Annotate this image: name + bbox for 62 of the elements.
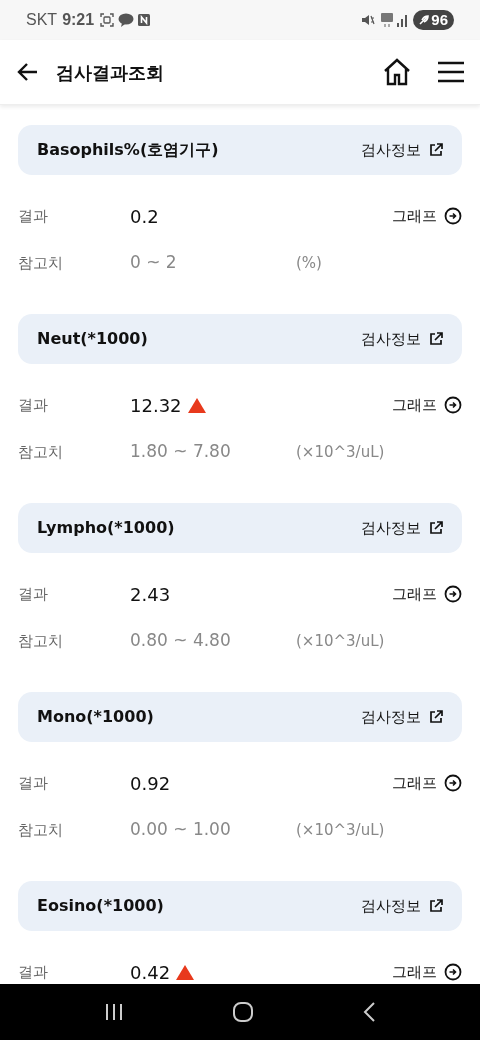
arrow-circle-icon (444, 207, 462, 225)
reference-range: 0 ~ 2 (130, 251, 178, 275)
reference-label: 참고치 (18, 630, 64, 652)
external-link-icon (429, 521, 443, 535)
screenshot-icon (100, 13, 115, 27)
graph-link[interactable]: 그래프 (392, 771, 462, 795)
arrow-circle-icon (444, 963, 462, 981)
reference-range: 0.80 ~ 4.80 (130, 629, 232, 653)
graph-link[interactable]: 그래프 (392, 204, 462, 228)
result-value: 2.43 (130, 582, 171, 607)
result-value: 0.2 (130, 204, 159, 229)
home-icon[interactable] (382, 57, 412, 87)
back-button-icon[interactable] (362, 1001, 376, 1023)
carrier-name: SKT (26, 10, 58, 30)
result-value: 12.32 (130, 393, 182, 418)
external-link-icon (429, 143, 443, 157)
unit-text: (×10^3/uL) (296, 630, 385, 652)
graph-link[interactable]: 그래프 (392, 582, 462, 606)
test-name: Lympho(*1000) (37, 517, 175, 539)
external-link-icon (429, 899, 443, 913)
status-time: 9:21 (62, 10, 95, 30)
test-name: Neut(*1000) (37, 328, 148, 350)
arrow-circle-icon (444, 585, 462, 603)
test-name: Mono(*1000) (37, 706, 154, 728)
result-value: 0.42 (130, 960, 171, 984)
test-info-link[interactable]: 검사정보 (361, 705, 443, 729)
result-label: 결과 (18, 961, 49, 983)
unit-text: (×10^3/uL) (296, 819, 385, 841)
result-label: 결과 (18, 394, 49, 416)
graph-link[interactable]: 그래프 (392, 393, 462, 417)
test-info-link[interactable]: 검사정보 (361, 138, 443, 162)
test-info-link[interactable]: 검사정보 (361, 516, 443, 540)
test-name: Basophils%(호염기구) (37, 139, 219, 161)
chat-bubble-icon (118, 13, 135, 27)
graph-link[interactable]: 그래프 (392, 960, 462, 984)
test-name: Eosino(*1000) (37, 895, 164, 917)
battery-indicator: 96 (413, 10, 454, 30)
reference-range: 0.00 ~ 1.00 (130, 818, 232, 842)
high-triangle-icon (187, 397, 206, 413)
external-link-icon (429, 332, 443, 346)
reference-label: 참고치 (18, 441, 64, 463)
result-label: 결과 (18, 583, 49, 605)
page-title: 검사결과조회 (56, 60, 164, 85)
test-info-link[interactable]: 검사정보 (361, 894, 443, 918)
reference-label: 참고치 (18, 819, 64, 841)
unit-text: (%) (296, 252, 322, 274)
result-value: 0.92 (130, 771, 171, 796)
external-link-icon (429, 710, 443, 724)
result-label: 결과 (18, 772, 49, 794)
result-label: 결과 (18, 205, 49, 227)
recent-apps-icon[interactable] (104, 1003, 124, 1021)
unit-text: (×10^3/uL) (296, 441, 385, 463)
reference-label: 참고치 (18, 252, 64, 274)
mute-icon (361, 13, 376, 27)
menu-icon[interactable] (438, 60, 464, 84)
high-triangle-icon (176, 964, 195, 980)
arrow-circle-icon (444, 396, 462, 414)
home-button-icon[interactable] (232, 1001, 254, 1023)
reference-range: 1.80 ~ 7.80 (130, 440, 232, 464)
notification-icon (138, 14, 151, 26)
test-info-link[interactable]: 검사정보 (361, 327, 443, 351)
arrow-circle-icon (444, 774, 462, 792)
